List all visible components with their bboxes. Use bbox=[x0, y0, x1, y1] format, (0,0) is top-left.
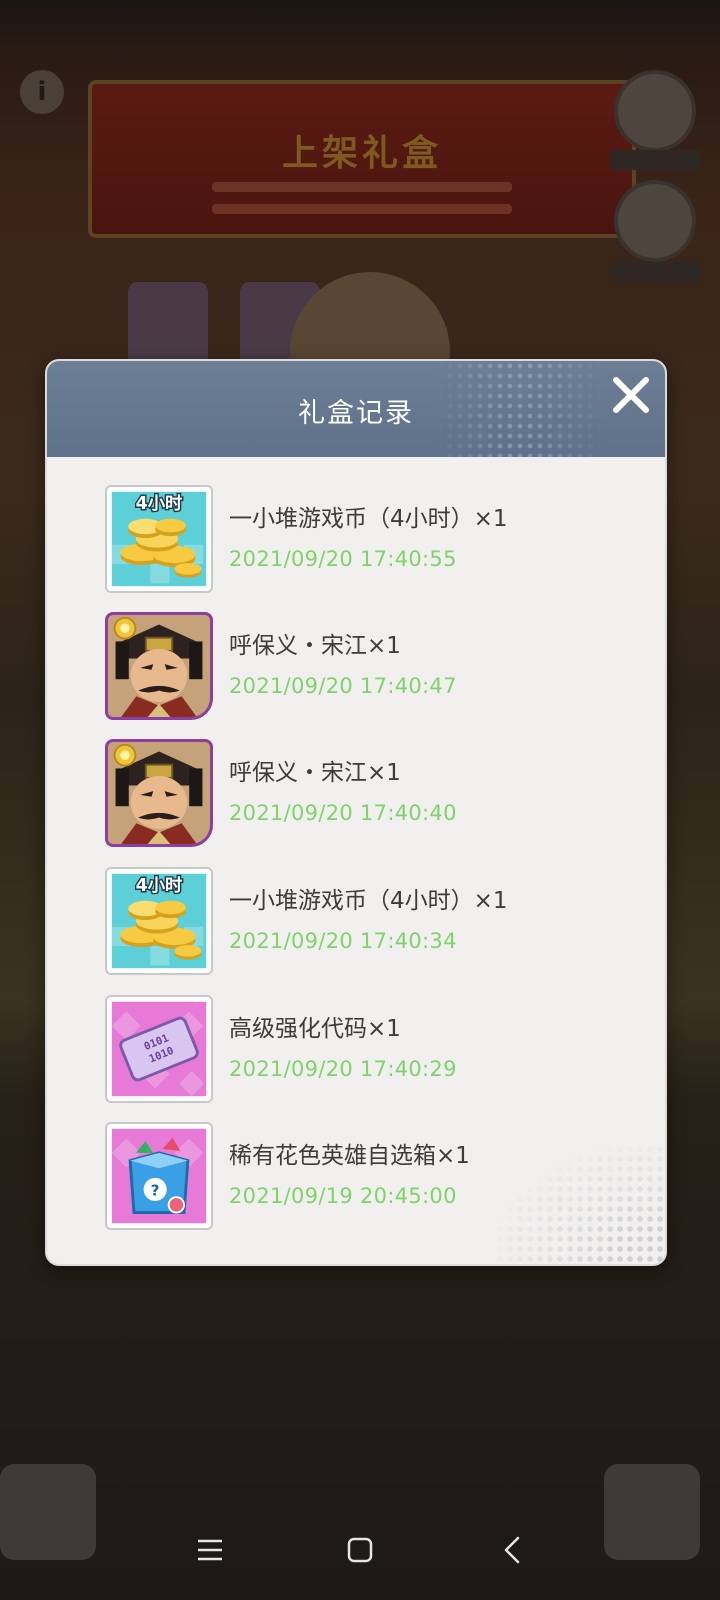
list-item: 4小时 一小堆游戏币（4小时）×1 2021/09/20 17:40:55 bbox=[105, 485, 625, 595]
item-name: 高级强化代码×1 bbox=[229, 1016, 401, 1042]
coin-pile-icon: 4小时 bbox=[105, 867, 213, 975]
close-button[interactable] bbox=[609, 373, 653, 417]
list-item: ? 稀有花色英雄自选箱×1 2021/09/19 20:45:00 bbox=[105, 1122, 625, 1232]
menu-icon bbox=[198, 1539, 222, 1561]
background-banner-title: 上架礼盒 bbox=[281, 133, 442, 174]
home-icon bbox=[347, 1537, 373, 1563]
menu-button[interactable] bbox=[186, 1526, 234, 1574]
system-navigation-bar bbox=[0, 1500, 720, 1600]
home-button[interactable] bbox=[336, 1526, 384, 1574]
background-round-button bbox=[614, 70, 696, 152]
background-banner: 上架礼盒 bbox=[88, 80, 636, 238]
dialog-header: 礼盒记录 bbox=[47, 361, 665, 457]
background-banner-line bbox=[212, 204, 512, 214]
back-button[interactable] bbox=[488, 1526, 536, 1574]
item-name: 呼保义・宋江×1 bbox=[229, 760, 401, 786]
list-item: 呼保义・宋江×1 2021/09/20 17:40:47 bbox=[105, 612, 625, 722]
item-timestamp: 2021/09/20 17:40:55 bbox=[229, 547, 457, 571]
item-name: 一小堆游戏币（4小时）×1 bbox=[229, 506, 508, 532]
item-name: 稀有花色英雄自选箱×1 bbox=[229, 1143, 470, 1169]
background-round-label bbox=[610, 262, 700, 282]
coin-pile-icon: 4小时 bbox=[105, 485, 213, 593]
list-item: 呼保义・宋江×1 2021/09/20 17:40:40 bbox=[105, 739, 625, 849]
item-timestamp: 2021/09/20 17:40:40 bbox=[229, 801, 457, 825]
svg-text:?: ? bbox=[151, 1181, 160, 1199]
item-badge: 4小时 bbox=[136, 876, 183, 896]
item-badge: 4小时 bbox=[136, 494, 183, 514]
gift-box-record-dialog: 礼盒记录 4小时 一小堆游戏币（4小时）×1 2021/09/20 17:40:… bbox=[45, 359, 667, 1266]
item-timestamp: 2021/09/19 20:45:00 bbox=[229, 1184, 457, 1208]
hero-portrait-icon bbox=[105, 612, 213, 720]
item-timestamp: 2021/09/20 17:40:29 bbox=[229, 1057, 457, 1081]
background-round-label bbox=[610, 150, 700, 170]
background-banner-line bbox=[212, 182, 512, 192]
mystery-box-icon: ? bbox=[105, 1122, 213, 1230]
list-item: 0101 1010 高级强化代码×1 2021/09/20 17:40:29 bbox=[105, 995, 625, 1105]
list-item: 4小时 一小堆游戏币（4小时）×1 2021/09/20 17:40:34 bbox=[105, 867, 625, 977]
background-round-button bbox=[614, 180, 696, 262]
item-timestamp: 2021/09/20 17:40:34 bbox=[229, 929, 457, 953]
close-icon bbox=[613, 377, 649, 413]
back-icon bbox=[504, 1536, 520, 1564]
item-timestamp: 2021/09/20 17:40:47 bbox=[229, 674, 457, 698]
dialog-title: 礼盒记录 bbox=[298, 398, 414, 429]
info-icon: i bbox=[20, 70, 64, 114]
hero-portrait-icon bbox=[105, 739, 213, 847]
upgrade-code-card-icon: 0101 1010 bbox=[105, 995, 213, 1103]
item-name: 一小堆游戏币（4小时）×1 bbox=[229, 888, 508, 914]
item-name: 呼保义・宋江×1 bbox=[229, 633, 401, 659]
